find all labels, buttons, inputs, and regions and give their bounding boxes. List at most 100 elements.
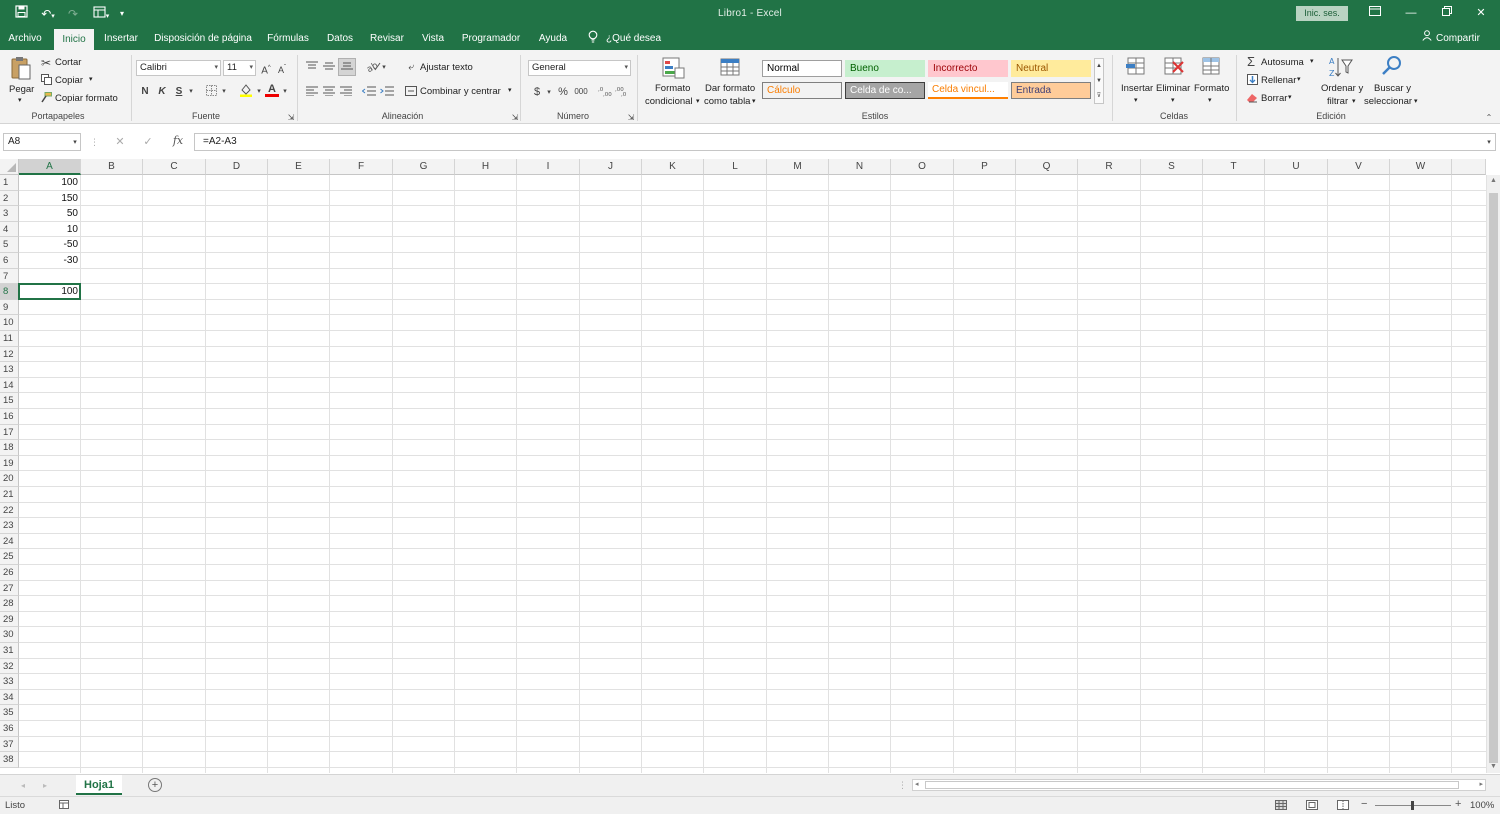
format-as-table-dropdown-icon[interactable]: ▾ — [752, 97, 756, 105]
share-button[interactable]: Compartir — [1436, 28, 1484, 50]
row-header-2[interactable]: 2 — [0, 190, 19, 207]
style-normal[interactable]: Normal — [762, 60, 842, 77]
row-header-5[interactable]: 5 — [0, 237, 19, 253]
font-color-icon[interactable]: A — [265, 82, 279, 97]
scroll-up-icon[interactable]: ▲ — [1490, 177, 1497, 184]
row-header-1[interactable]: 1 — [0, 175, 19, 191]
row-header-26[interactable]: 26 — [0, 565, 19, 581]
row-header-30[interactable]: 30 — [0, 627, 19, 643]
clear-button[interactable]: Borrar — [1261, 93, 1287, 104]
align-top-icon[interactable] — [305, 60, 319, 74]
paste-dropdown-icon[interactable]: ▾ — [18, 96, 22, 104]
tab-datos[interactable]: Datos — [322, 28, 358, 50]
column-header-t[interactable]: T — [1203, 159, 1265, 175]
number-format-select[interactable]: General ▾ — [528, 60, 631, 76]
decrease-font-icon[interactable]: Aˇ — [276, 61, 288, 77]
tab-split-handle-icon[interactable]: ⋮ — [898, 778, 907, 792]
cell-a2[interactable]: 150 — [20, 191, 79, 207]
zoom-slider-thumb[interactable] — [1411, 801, 1414, 810]
sheet-tab-hoja1[interactable]: Hoja1 — [76, 775, 122, 795]
row-header-15[interactable]: 15 — [0, 393, 19, 409]
row-header-19[interactable]: 19 — [0, 455, 19, 472]
column-header-c[interactable]: C — [143, 159, 206, 175]
prev-sheet-icon[interactable]: ◂ — [18, 779, 28, 793]
autosum-dropdown-icon[interactable]: ▾ — [1310, 57, 1314, 65]
scroll-down-icon[interactable]: ▼ — [1490, 763, 1497, 770]
find-select-label-1[interactable]: Buscar y — [1374, 83, 1411, 94]
paste-icon[interactable] — [8, 55, 34, 81]
insert-function-icon[interactable]: fx — [168, 134, 188, 148]
decrease-decimal-icon[interactable]: ,00,0 — [615, 85, 629, 100]
fill-dropdown-icon[interactable]: ▾ — [1297, 75, 1301, 83]
row-header-10[interactable]: 10 — [0, 315, 19, 331]
font-color-dropdown-icon[interactable]: ▾ — [281, 85, 289, 99]
column-header-e[interactable]: E — [268, 159, 330, 175]
row-header-27[interactable]: 27 — [0, 580, 19, 597]
column-header-m[interactable]: M — [767, 159, 829, 175]
orientation-dropdown-icon[interactable]: ▾ — [380, 61, 388, 75]
borders-icon[interactable] — [204, 85, 218, 99]
align-left-icon[interactable] — [305, 85, 319, 99]
normal-view-icon[interactable] — [1275, 800, 1287, 810]
style-bueno[interactable]: Bueno — [845, 60, 925, 77]
column-header-f[interactable]: F — [330, 159, 393, 175]
tab-insertar[interactable]: Insertar — [100, 28, 142, 50]
font-name-select[interactable]: Calibri ▾ — [136, 60, 221, 76]
minimize-icon[interactable]: — — [1396, 4, 1426, 22]
row-header-14[interactable]: 14 — [0, 377, 19, 394]
row-header-35[interactable]: 35 — [0, 705, 19, 721]
column-header-d[interactable]: D — [206, 159, 268, 175]
decrease-indent-icon[interactable] — [361, 85, 376, 99]
column-header-a[interactable]: A — [19, 159, 81, 175]
collapse-ribbon-icon[interactable]: ⌃ — [1484, 111, 1494, 125]
row-header-20[interactable]: 20 — [0, 471, 19, 487]
autosum-button[interactable]: Autosuma — [1261, 57, 1304, 68]
formula-input[interactable]: =A2-A3 — [194, 133, 1496, 151]
align-right-icon[interactable] — [339, 85, 353, 99]
close-icon[interactable]: ✕ — [1466, 4, 1496, 22]
dialog-launcher-icon[interactable]: ⇲ — [510, 111, 520, 125]
row-header-24[interactable]: 24 — [0, 533, 19, 550]
tab-inicio[interactable]: Inicio — [54, 29, 94, 51]
style-celda-comprobacion[interactable]: Celda de co... — [845, 82, 925, 99]
row-header-8[interactable]: 8 — [0, 284, 19, 300]
cell-a1[interactable]: 100 — [20, 175, 79, 191]
paste-button[interactable]: Pegar — [9, 84, 34, 95]
cancel-icon[interactable]: ✕ — [113, 135, 127, 149]
merge-dropdown-icon[interactable]: ▾ — [508, 86, 512, 94]
format-as-table-label-2[interactable]: como tabla — [704, 96, 750, 107]
column-header-v[interactable]: V — [1328, 159, 1390, 175]
column-header-u[interactable]: U — [1265, 159, 1328, 175]
row-header-18[interactable]: 18 — [0, 440, 19, 456]
align-middle-icon[interactable] — [322, 60, 336, 74]
row-header-37[interactable]: 37 — [0, 736, 19, 753]
borders-dropdown-icon[interactable]: ▾ — [220, 85, 228, 99]
style-celda-vinculada[interactable]: Celda vincul... — [928, 82, 1008, 99]
delete-cells-icon[interactable] — [1161, 55, 1185, 79]
dialog-launcher-icon[interactable]: ⇲ — [286, 111, 296, 125]
row-header-21[interactable]: 21 — [0, 487, 19, 503]
dialog-launcher-icon[interactable]: ⇲ — [626, 111, 636, 125]
enter-icon[interactable]: ✓ — [141, 135, 155, 149]
sort-filter-label-1[interactable]: Ordenar y — [1321, 83, 1363, 94]
row-header-25[interactable]: 25 — [0, 549, 19, 565]
style-gallery-scroll[interactable]: ▲ ▼ ⊽ — [1094, 58, 1104, 104]
row-header-34[interactable]: 34 — [0, 689, 19, 706]
column-header-h[interactable]: H — [455, 159, 517, 175]
next-sheet-icon[interactable]: ▸ — [40, 779, 50, 793]
tab-vista[interactable]: Vista — [418, 28, 448, 50]
font-size-select[interactable]: 11 ▾ — [223, 60, 256, 76]
cell-a4[interactable]: 10 — [20, 222, 79, 238]
row-header-7[interactable]: 7 — [0, 268, 19, 285]
format-as-table-label-1[interactable]: Dar formato — [705, 83, 755, 94]
increase-font-icon[interactable]: A^ — [260, 61, 272, 78]
wrap-text-button[interactable]: Ajustar texto — [420, 62, 473, 73]
sort-filter-icon[interactable]: AZ — [1326, 55, 1354, 79]
column-header-s[interactable]: S — [1141, 159, 1203, 175]
select-all-corner[interactable] — [0, 159, 19, 175]
format-cells-icon[interactable] — [1199, 55, 1223, 79]
find-select-icon[interactable] — [1380, 55, 1404, 79]
row-header-11[interactable]: 11 — [0, 331, 19, 347]
align-bottom-icon[interactable] — [338, 58, 356, 76]
currency-button[interactable]: $ — [532, 85, 542, 99]
